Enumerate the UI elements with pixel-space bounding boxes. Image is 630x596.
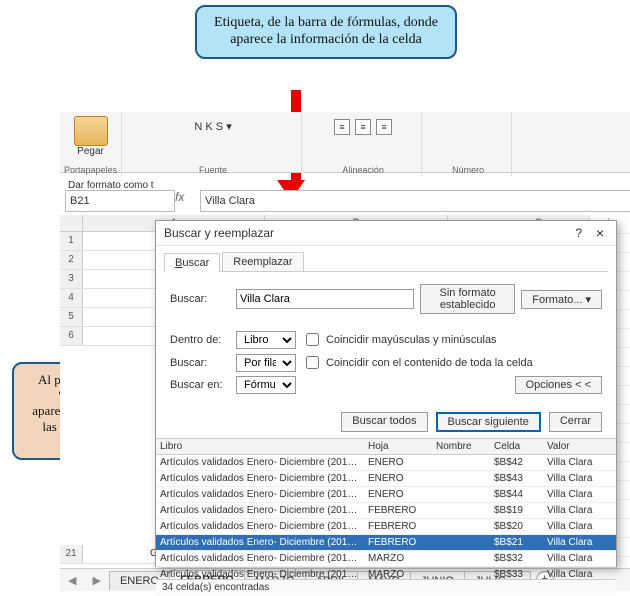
row-number[interactable]: 6: [60, 327, 83, 345]
match-case-label: Coincidir mayúsculas y minúsculas: [326, 334, 497, 346]
tab-nav-prev-icon[interactable]: ◀: [60, 574, 84, 587]
lookin-label: Buscar en:: [170, 379, 230, 391]
row-number[interactable]: 1: [60, 232, 83, 250]
group-label: Fuente: [125, 165, 301, 175]
close-icon[interactable]: ×: [592, 225, 608, 241]
callout-formula-bar: Etiqueta, de la barra de fórmulas, donde…: [195, 5, 457, 59]
col-value[interactable]: Valor: [543, 439, 616, 454]
group-label: Portapapeles: [60, 165, 121, 175]
close-button[interactable]: Cerrar: [549, 412, 602, 432]
result-row[interactable]: Artículos validados Enero- Diciembre (20…: [156, 519, 616, 535]
row-number[interactable]: 4: [60, 289, 83, 307]
no-format-display: Sin formato establecido: [420, 284, 515, 314]
results-grid[interactable]: Libro Hoja Nombre Celda Valor Artículos …: [156, 438, 616, 579]
dialog-buttons: Buscar todos Buscar siguiente Cerrar: [156, 406, 616, 438]
find-next-button[interactable]: Buscar siguiente: [436, 412, 541, 432]
search-select[interactable]: Por filas: [236, 354, 296, 372]
lookin-select[interactable]: Fórmulas: [236, 376, 296, 394]
match-case-checkbox[interactable]: [306, 333, 319, 346]
result-row[interactable]: Artículos validados Enero- Diciembre (20…: [156, 455, 616, 471]
result-row[interactable]: Artículos validados Enero- Diciembre (20…: [156, 503, 616, 519]
dialog-title: Buscar y reemplazar: [164, 226, 274, 240]
ribbon-group-clipboard: Pegar Portapapeles: [60, 112, 122, 176]
dialog-titlebar[interactable]: Buscar y reemplazar ? ×: [156, 221, 616, 246]
help-button[interactable]: ?: [575, 226, 582, 240]
paste-label[interactable]: Pegar: [68, 146, 113, 157]
row-number[interactable]: 21: [60, 545, 83, 563]
results-status: 34 celda(s) encontradas: [156, 579, 616, 595]
align-center-icon[interactable]: ≡: [355, 119, 371, 135]
row-number[interactable]: 5: [60, 308, 83, 326]
col-sheet[interactable]: Hoja: [364, 439, 432, 454]
ribbon-group-font: N K S ▾ Fuente: [125, 112, 302, 176]
results-header: Libro Hoja Nombre Celda Valor: [156, 439, 616, 455]
tab-nav-next-icon[interactable]: ▶: [84, 574, 108, 587]
font-buttons[interactable]: N K S ▾: [194, 121, 231, 133]
group-label: Alineación: [305, 165, 421, 175]
fx-icon[interactable]: fx: [175, 190, 184, 204]
search-label: Buscar:: [170, 357, 230, 369]
tab-find[interactable]: Buscar: [164, 253, 220, 272]
dialog-body: Buscar: Sin formato establecido Formato.…: [156, 272, 616, 406]
paste-icon[interactable]: [74, 116, 108, 146]
within-label: Dentro de:: [170, 334, 230, 346]
align-left-icon[interactable]: ≡: [334, 119, 350, 135]
result-row[interactable]: Artículos validados Enero- Diciembre (20…: [156, 551, 616, 567]
match-entire-label: Coincidir con el contenido de toda la ce…: [326, 357, 533, 369]
row-number[interactable]: 2: [60, 251, 83, 269]
tab-find-rest: uscar: [182, 257, 209, 269]
result-row[interactable]: Artículos validados Enero- Diciembre (20…: [156, 567, 616, 579]
format-button[interactable]: Formato... ▾: [521, 290, 602, 309]
find-input[interactable]: [236, 289, 414, 309]
dialog-tabs: Buscar Reemplazar: [164, 252, 608, 272]
within-select[interactable]: Libro: [236, 331, 296, 349]
col-cell[interactable]: Celda: [490, 439, 543, 454]
result-row[interactable]: Artículos validados Enero- Diciembre (20…: [156, 487, 616, 503]
ribbon-group-number: Número: [425, 112, 512, 176]
match-entire-checkbox[interactable]: [306, 356, 319, 369]
result-row[interactable]: Artículos validados Enero- Diciembre (20…: [156, 535, 616, 551]
tab-replace[interactable]: Reemplazar: [222, 252, 303, 271]
ribbon: Pegar Portapapeles N K S ▾ Fuente ≡ ≡ ≡ …: [60, 112, 630, 173]
result-row[interactable]: Artículos validados Enero- Diciembre (20…: [156, 471, 616, 487]
options-button[interactable]: Opciones < <: [515, 376, 602, 394]
align-right-icon[interactable]: ≡: [376, 119, 392, 135]
col-book[interactable]: Libro: [156, 439, 364, 454]
group-label: Número: [425, 165, 511, 175]
col-name[interactable]: Nombre: [432, 439, 490, 454]
find-label: Buscar:: [170, 293, 230, 305]
formula-bar[interactable]: Villa Clara: [200, 190, 630, 212]
row-number[interactable]: 3: [60, 270, 83, 288]
find-replace-dialog: Buscar y reemplazar ? × Buscar Reemplaza…: [155, 220, 617, 567]
name-box[interactable]: B21: [65, 190, 175, 212]
find-all-button[interactable]: Buscar todos: [341, 412, 427, 432]
ribbon-group-align: ≡ ≡ ≡ Alineación: [305, 112, 422, 176]
